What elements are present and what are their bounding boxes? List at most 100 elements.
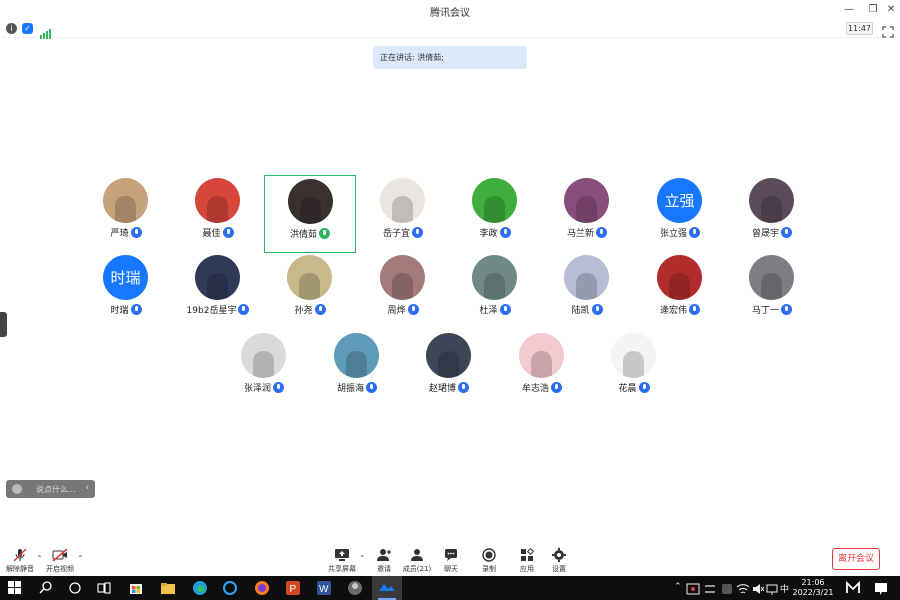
wifi-icon[interactable]: [736, 581, 750, 595]
windows-start-icon[interactable]: [8, 580, 24, 596]
tencent-meeting-taskbar-icon[interactable]: [372, 576, 402, 600]
tray-expand-chevron-icon[interactable]: ⌃: [674, 582, 682, 592]
participant-tile[interactable]: 聂佳: [172, 175, 264, 253]
participant-tile[interactable]: 张泽润: [218, 330, 310, 408]
signal-icon[interactable]: [40, 24, 51, 39]
system-date[interactable]: 2022/3/21: [789, 588, 837, 597]
notification-icon[interactable]: [873, 580, 889, 596]
mic-muted-icon: [638, 382, 650, 393]
invite-user-icon: [377, 549, 391, 561]
tray-app-icon-3[interactable]: [720, 581, 734, 595]
close-button[interactable]: ✕: [884, 3, 898, 17]
chat-input-placeholder[interactable]: 说点什么...: [36, 484, 76, 495]
participant-tile[interactable]: 马丁一: [726, 252, 818, 330]
avatar-photo-shape: [392, 196, 413, 223]
powerpoint-icon[interactable]: P: [285, 580, 301, 596]
taskbar-search-icon[interactable]: [38, 580, 54, 596]
avatar: 立强: [657, 178, 702, 223]
network-icon[interactable]: [765, 581, 779, 595]
photo-app-icon[interactable]: [347, 580, 363, 596]
mic-muted-icon: [366, 382, 377, 393]
emoji-icon[interactable]: [12, 484, 22, 494]
settings-button[interactable]: 设置: [539, 548, 579, 574]
security-shield-icon[interactable]: ✓: [22, 23, 33, 34]
info-icon[interactable]: i: [6, 23, 17, 34]
participant-name: 洪倩茹: [289, 230, 317, 240]
participant-tile[interactable]: 马兰新: [541, 175, 633, 253]
participant-name-row: 曾晟宇: [726, 226, 818, 239]
participant-tile[interactable]: 赵珺博: [403, 330, 495, 408]
mic-muted-icon: [551, 382, 562, 393]
firefox-icon[interactable]: [254, 580, 270, 596]
participant-name: 花晨: [618, 384, 637, 394]
chat-input-bar[interactable]: 说点什么... ‹: [6, 480, 95, 498]
avatar-photo-shape: [207, 273, 228, 300]
participant-tile[interactable]: 李政: [449, 175, 541, 253]
fullscreen-icon[interactable]: [882, 23, 894, 38]
video-options-chevron-icon[interactable]: ⌃: [77, 554, 84, 563]
participant-tile[interactable]: 洪倩茹: [264, 175, 356, 253]
participant-tile[interactable]: 花晨: [588, 330, 680, 408]
mic-muted-icon: [499, 227, 511, 238]
avatar: [195, 178, 240, 223]
mic-muted-icon: [591, 304, 603, 315]
start-video-button[interactable]: 开启视频: [40, 548, 80, 574]
tray-app-icon-1[interactable]: [686, 581, 700, 595]
participant-name-row: 马兰新: [541, 226, 633, 239]
system-time[interactable]: 21:06: [795, 578, 831, 587]
participant-tile[interactable]: 曾晟宇: [726, 175, 818, 253]
avatar-photo-shape: [576, 196, 597, 223]
participant-name-row: 洪倩茹: [265, 227, 355, 240]
avatar-photo-shape: [669, 273, 690, 300]
participant-name-row: 周烨: [357, 303, 449, 316]
window-title: 腾讯会议: [430, 8, 470, 19]
meeting-clock: 11:47: [846, 22, 873, 35]
participant-tile[interactable]: 立强 张立强: [634, 175, 726, 253]
speaker-muted-icon[interactable]: [751, 581, 765, 595]
participant-tile[interactable]: 19b2岳星宇: [172, 252, 264, 330]
microsoft-store-icon[interactable]: [128, 580, 144, 596]
participant-tile[interactable]: 逄宏伟: [634, 252, 726, 330]
app-c-icon[interactable]: [222, 580, 238, 596]
leave-meeting-button[interactable]: 离开会议: [832, 548, 880, 570]
tray-app-icon-2[interactable]: [703, 581, 717, 595]
participant-tile[interactable]: 陆凯: [541, 252, 633, 330]
task-view-icon[interactable]: [96, 580, 112, 596]
collapse-chevron-icon[interactable]: ‹: [85, 483, 89, 493]
participant-name: 时瑞: [110, 306, 129, 316]
participant-tile[interactable]: 时瑞 时瑞: [80, 252, 172, 330]
participant-tile[interactable]: 严琦: [80, 175, 172, 253]
edge-browser-icon[interactable]: [192, 580, 208, 596]
word-icon[interactable]: W: [316, 580, 332, 596]
participant-name-row: 张泽润: [218, 381, 310, 394]
avatar: [426, 333, 471, 378]
participant-tile[interactable]: 杜泽: [449, 252, 541, 330]
participant-tile[interactable]: 胡振海: [311, 330, 403, 408]
restore-button[interactable]: ❐: [866, 3, 880, 17]
minimize-button[interactable]: —: [842, 3, 856, 17]
chat-button[interactable]: 聊天: [431, 548, 471, 574]
participant-name-row: 陆凯: [541, 303, 633, 316]
cortana-icon[interactable]: [67, 580, 83, 596]
ime-indicator[interactable]: 中: [780, 582, 789, 595]
avatar-photo-shape: [761, 273, 782, 300]
avatar-photo-shape: [346, 351, 367, 378]
participant-tile[interactable]: 周烨: [357, 252, 449, 330]
unmute-button[interactable]: 解除静音: [0, 548, 40, 574]
file-explorer-icon[interactable]: [160, 580, 176, 596]
participant-tile[interactable]: 岳子宜: [357, 175, 449, 253]
members-icon: [411, 549, 423, 561]
avatar: [287, 255, 332, 300]
avatar-photo-shape: [623, 351, 644, 378]
participant-tile[interactable]: 牟志浩: [496, 330, 588, 408]
participant-tile[interactable]: 孙尧: [264, 252, 356, 330]
tray-m-icon[interactable]: [845, 580, 861, 596]
avatar: [564, 255, 609, 300]
share-screen-button[interactable]: 共享屏幕: [322, 548, 362, 574]
participant-name: 19b2岳星宇: [186, 306, 237, 316]
participant-name-row: 时瑞: [80, 303, 172, 316]
participant-name-row: 聂佳: [172, 226, 264, 239]
record-button[interactable]: 录制: [469, 548, 509, 574]
side-panel-handle[interactable]: [0, 312, 7, 337]
avatar-photo-shape: [392, 273, 413, 300]
